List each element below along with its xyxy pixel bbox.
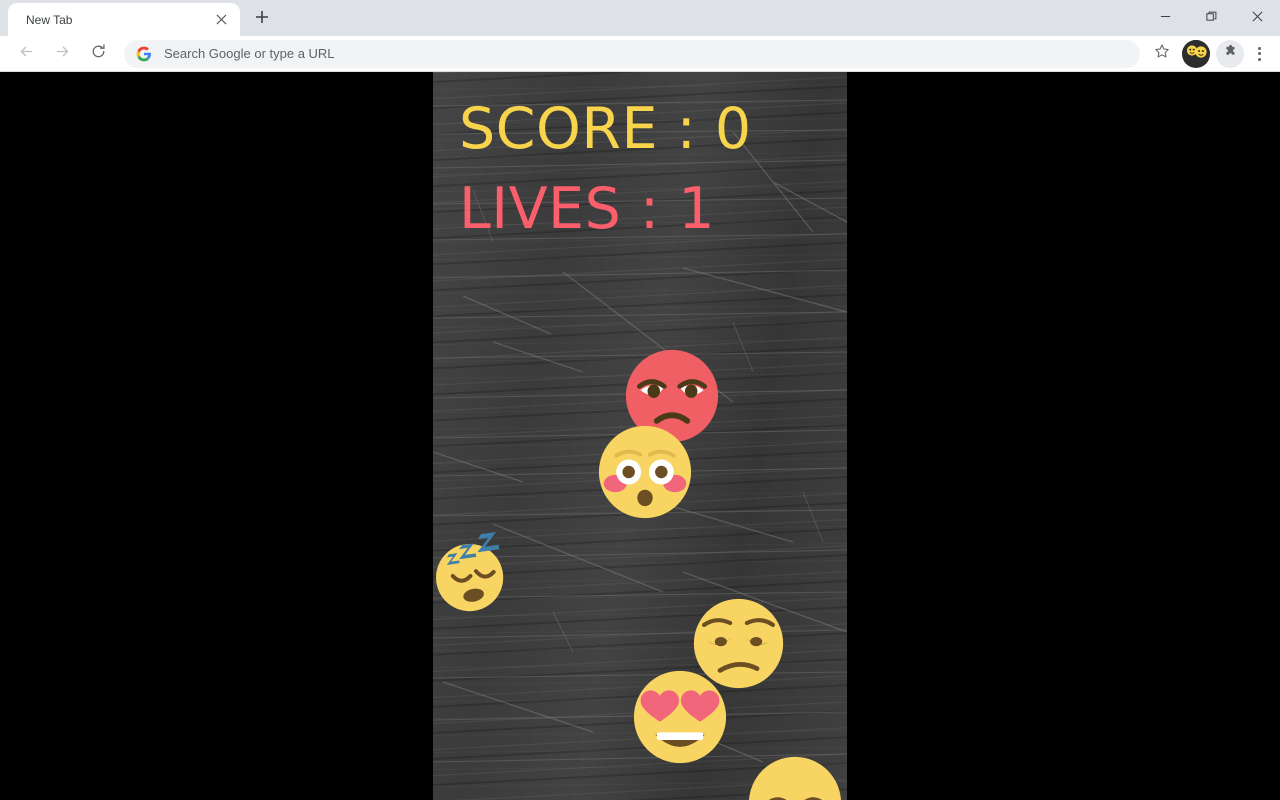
address-bar[interactable]: Search Google or type a URL [124, 39, 1140, 68]
avatar-icon [1182, 39, 1210, 68]
google-g-icon [136, 46, 152, 62]
extensions-button[interactable] [1216, 39, 1244, 68]
browser-menu-button[interactable] [1246, 40, 1272, 68]
lives-display: LIVES : 1 [459, 175, 715, 242]
kebab-menu-icon [1257, 46, 1261, 50]
score-display: SCORE : 0 [459, 96, 752, 162]
close-icon [1252, 9, 1263, 27]
reload-icon [90, 43, 107, 65]
game-hud: SCORE : 0 LIVES : 1 [433, 72, 847, 238]
new-tab-button[interactable] [248, 5, 276, 33]
forward-button[interactable] [47, 39, 77, 69]
close-icon[interactable] [210, 9, 232, 31]
address-bar-placeholder: Search Google or type a URL [164, 46, 335, 61]
page-viewport: SCORE : 0 LIVES : 1 [0, 72, 1280, 800]
sleeping-face-emoji[interactable] [433, 528, 520, 616]
maximize-button[interactable] [1188, 0, 1234, 36]
kebab-menu-icon [1257, 52, 1261, 55]
reload-button[interactable] [83, 39, 113, 69]
puzzle-icon [1223, 44, 1238, 64]
smiling-blush-emoji[interactable] [747, 755, 843, 800]
flushed-face-emoji[interactable] [597, 424, 693, 520]
minimize-icon [1160, 9, 1171, 27]
star-icon [1154, 43, 1170, 64]
back-button[interactable] [11, 39, 41, 69]
close-window-button[interactable] [1234, 0, 1280, 36]
profile-avatar[interactable] [1182, 39, 1210, 68]
tab-new-tab[interactable]: New Tab [8, 3, 240, 36]
bookmark-button[interactable] [1148, 40, 1176, 68]
plus-icon [255, 10, 269, 29]
browser-toolbar: Search Google or type a URL [0, 36, 1280, 72]
minimize-button[interactable] [1142, 0, 1188, 36]
maximize-icon [1205, 9, 1217, 27]
arrow-left-icon [18, 43, 35, 65]
arrow-right-icon [54, 43, 71, 65]
browser-window: New Tab Search Google or type a URL SCOR… [0, 0, 1280, 800]
kebab-menu-icon [1257, 57, 1261, 61]
game-canvas[interactable]: SCORE : 0 LIVES : 1 [433, 72, 847, 800]
tab-title: New Tab [26, 12, 73, 27]
tab-strip: New Tab [0, 0, 1280, 36]
heart-eyes-emoji[interactable] [632, 669, 728, 765]
window-controls [1142, 0, 1280, 36]
